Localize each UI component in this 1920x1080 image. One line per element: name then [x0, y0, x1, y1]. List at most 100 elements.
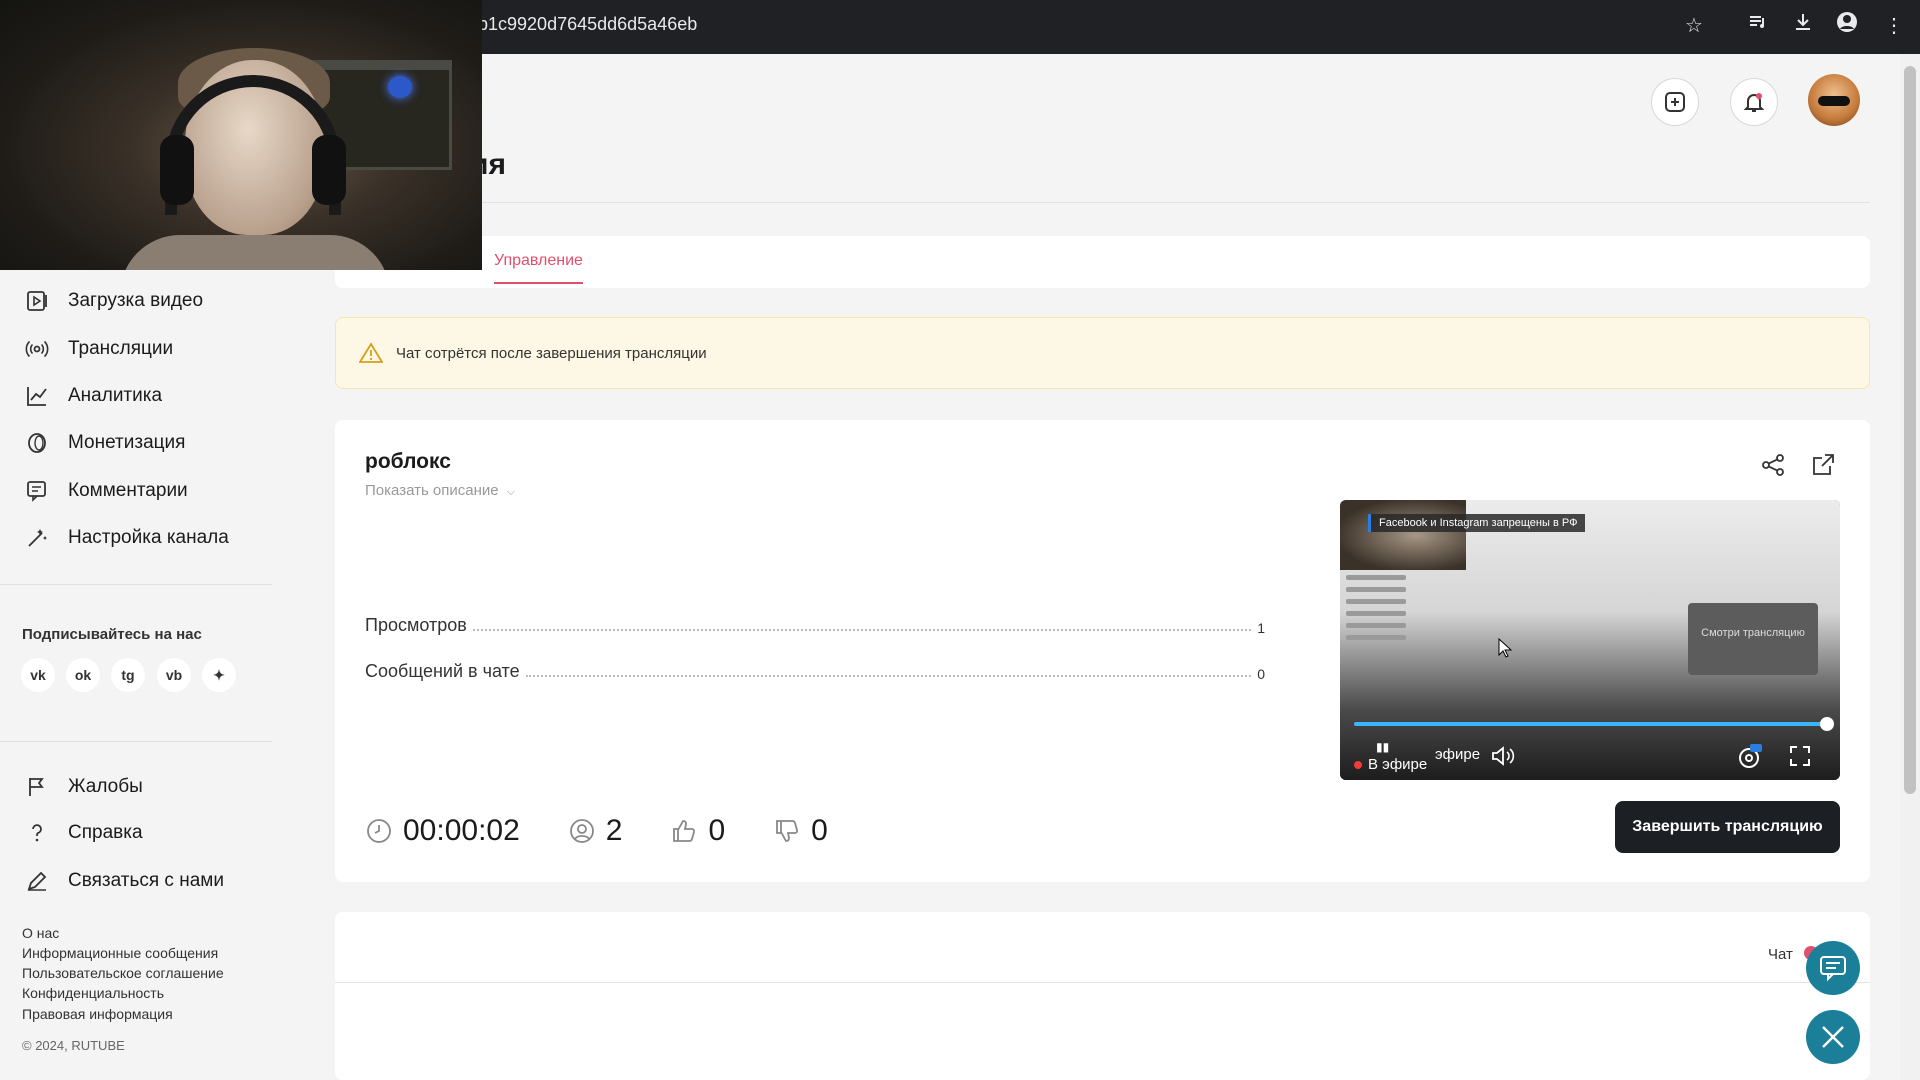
- sidebar-item-analytics[interactable]: Аналитика: [24, 381, 162, 411]
- bookmark-star-icon[interactable]: ☆: [1679, 11, 1709, 41]
- player-webcam-thumbnail: [1340, 500, 1466, 570]
- likes-stat: 0: [670, 814, 725, 848]
- social-odnoklassniki-icon[interactable]: ok: [66, 658, 100, 692]
- chevron-down-icon: ⌵: [506, 486, 516, 498]
- sidebar-item-contact[interactable]: Связаться с нами: [24, 866, 224, 896]
- chat-warning-banner: Чат сотрётся после завершения трансляции: [335, 317, 1870, 389]
- stat-views-row: Просмотров 1: [365, 612, 1265, 636]
- stream-title: роблокс: [365, 450, 451, 473]
- media-control-icon[interactable]: [1743, 11, 1773, 41]
- player-progress-bar[interactable]: [1354, 722, 1826, 726]
- footer-link-privacy[interactable]: Конфиденциальность: [22, 985, 164, 1001]
- share-icon[interactable]: [1760, 452, 1786, 483]
- live-indicator: В эфире: [1354, 756, 1427, 773]
- chat-fab-button[interactable]: [1806, 941, 1860, 995]
- webcam-overlay: [0, 0, 482, 270]
- live-label: В эфире: [1368, 756, 1428, 773]
- duration-value: 00:00:02: [403, 814, 520, 847]
- volume-icon[interactable]: [1490, 744, 1516, 773]
- pause-icon[interactable]: ▮▮: [1376, 740, 1389, 754]
- sidebar-item-monetization[interactable]: Монетизация: [24, 428, 185, 458]
- monetization-icon: [24, 430, 50, 456]
- player-progress-knob[interactable]: [1820, 717, 1834, 731]
- chat-tab-label[interactable]: Чат: [1768, 946, 1793, 963]
- stat-value: 1: [1257, 620, 1265, 636]
- viewers-icon: [568, 817, 596, 845]
- webcam-person-body: [120, 235, 390, 270]
- stat-messages-row: Сообщений в чате 0: [365, 658, 1265, 682]
- close-fab-button[interactable]: [1806, 1010, 1860, 1064]
- close-icon: [1822, 1026, 1844, 1048]
- dislikes-value: 0: [811, 814, 828, 847]
- sidebar-divider: [0, 741, 272, 742]
- thumbs-up-icon: [670, 817, 698, 845]
- sidebar-item-label: Аналитика: [68, 385, 163, 406]
- user-avatar[interactable]: [1808, 74, 1860, 126]
- sidebar-item-channel-settings[interactable]: Настройка канала: [24, 523, 229, 553]
- page-scrollbar-thumb[interactable]: [1904, 66, 1916, 794]
- sidebar-item-label: Настройка канала: [68, 527, 229, 548]
- end-broadcast-button[interactable]: Завершить трансляцию: [1615, 801, 1840, 853]
- browser-menu-icon[interactable]: ⋮: [1879, 11, 1909, 41]
- fullscreen-icon[interactable]: [1788, 744, 1812, 773]
- social-telegram-icon[interactable]: tg: [111, 658, 145, 692]
- follow-us-title: Подписывайтесь на нас: [22, 626, 202, 643]
- contact-icon: [24, 868, 50, 894]
- profile-icon[interactable]: [1832, 11, 1862, 41]
- sidebar-item-label: Жалобы: [68, 776, 143, 797]
- header-divider: [470, 202, 1870, 203]
- sidebar-item-broadcasts[interactable]: Трансляции: [24, 334, 173, 364]
- show-description-label: Показать описание: [365, 482, 499, 499]
- sidebar-item-label: Монетизация: [68, 432, 186, 453]
- stat-value: 0: [1257, 666, 1265, 682]
- viewers-value: 2: [605, 814, 623, 847]
- player-mini-sidebar: [1346, 575, 1416, 647]
- footer-link-legal[interactable]: Правовая информация: [22, 1006, 173, 1022]
- live-dot: [1354, 760, 1362, 769]
- stream-preview-player[interactable]: Facebook и Instagram запрещены в РФ Смот…: [1340, 500, 1840, 780]
- sidebar-item-label: Загрузка видео: [68, 290, 204, 311]
- sidebar-item-upload-video[interactable]: Загрузка видео: [24, 286, 203, 316]
- social-vk-icon[interactable]: vk: [21, 658, 55, 692]
- social-viber-icon[interactable]: vb: [157, 658, 191, 692]
- broadcast-icon: [24, 336, 50, 362]
- dislikes-stat: 0: [773, 814, 828, 848]
- chat-divider: [335, 982, 1870, 983]
- footer-link-about[interactable]: О нас: [22, 925, 59, 941]
- avatar-glasses: [1818, 96, 1850, 106]
- sidebar-divider: [0, 584, 272, 585]
- stat-dots: [472, 629, 1252, 631]
- flag-icon: [24, 774, 50, 800]
- show-description-toggle[interactable]: Показать описание ⌵: [365, 482, 515, 499]
- live-label-secondary: эфире: [1435, 746, 1481, 763]
- stat-dots: [525, 675, 1252, 677]
- sidebar-item-help[interactable]: Справка: [24, 818, 143, 848]
- tab-management[interactable]: Управление: [494, 252, 583, 284]
- clock-icon: [365, 817, 393, 845]
- player-banner: Facebook и Instagram запрещены в РФ: [1368, 514, 1586, 532]
- download-icon[interactable]: [1788, 11, 1818, 41]
- sidebar-item-comments[interactable]: Комментарии: [24, 476, 188, 506]
- open-external-icon[interactable]: [1810, 452, 1836, 483]
- sidebar-item-label: Справка: [68, 822, 143, 843]
- sidebar-item-label: Трансляции: [68, 338, 174, 359]
- mouse-cursor-icon: [1498, 637, 1513, 663]
- analytics-icon: [24, 383, 50, 409]
- copyright: © 2024, RUTUBE: [22, 1038, 125, 1053]
- channel-settings-icon: [24, 525, 50, 551]
- webcam-background-mask: [388, 76, 412, 98]
- social-other-icon[interactable]: ✦: [202, 658, 236, 692]
- add-content-button[interactable]: [1651, 78, 1699, 126]
- address-bar-url[interactable]: b1c9920d7645dd6d5a46eb: [478, 14, 697, 35]
- comments-icon: [24, 478, 50, 504]
- footer-link-info[interactable]: Информационные сообщения: [22, 945, 218, 961]
- webcam-headset-ear-left: [160, 135, 194, 205]
- upload-video-icon: [24, 288, 50, 314]
- warning-icon: [358, 342, 384, 369]
- footer-link-agreement[interactable]: Пользовательское соглашение: [22, 965, 224, 981]
- notifications-button[interactable]: [1730, 78, 1778, 126]
- settings-hd-icon[interactable]: [1736, 744, 1762, 775]
- thumbs-down-icon: [773, 817, 801, 845]
- sidebar-item-complaints[interactable]: Жалобы: [24, 772, 143, 802]
- likes-value: 0: [708, 814, 726, 847]
